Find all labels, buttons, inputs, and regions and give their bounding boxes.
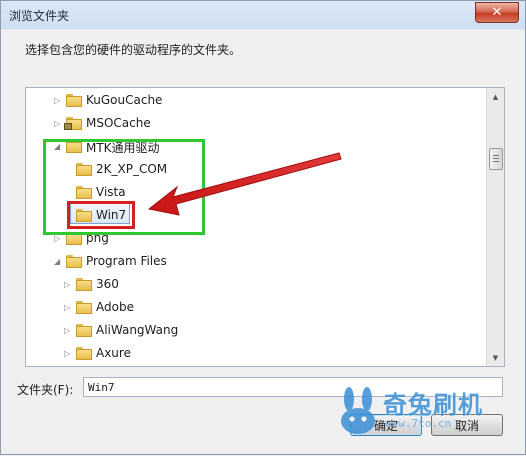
- tree-item-vista[interactable]: Vista: [26, 182, 486, 204]
- folder-icon: [66, 94, 82, 107]
- close-icon: ✕: [491, 5, 503, 20]
- tree-item-360[interactable]: ▷ 360: [26, 274, 486, 296]
- folder-icon: [76, 209, 92, 222]
- collapse-icon[interactable]: ◢: [54, 142, 62, 152]
- folder-icon: [76, 163, 92, 176]
- cancel-button[interactable]: 取消: [431, 414, 503, 436]
- scroll-up-button[interactable]: ▲: [487, 88, 504, 105]
- close-button[interactable]: ✕: [475, 2, 519, 23]
- tree-item-label: 2K_XP_COM: [96, 162, 168, 176]
- scroll-down-button[interactable]: ▼: [487, 349, 504, 366]
- tree-item-label: png: [86, 231, 109, 245]
- folder-path-label: 文件夹(F):: [17, 383, 74, 397]
- scroll-thumb[interactable]: [489, 148, 503, 170]
- instruction-text: 选择包含您的硬件的驱动程序的文件夹。: [25, 43, 242, 57]
- folder-icon: [76, 347, 92, 360]
- expand-icon[interactable]: ▷: [64, 326, 72, 336]
- expand-icon[interactable]: ▷: [64, 280, 72, 290]
- title-bar[interactable]: 浏览文件夹 ✕: [1, 1, 525, 29]
- tree-item-png[interactable]: ▷ png: [26, 228, 486, 250]
- tree-item-label: Program Files: [86, 254, 167, 268]
- tree-item-win7[interactable]: Win7: [26, 205, 486, 227]
- expand-icon[interactable]: ▷: [54, 119, 62, 129]
- browse-folder-dialog: 浏览文件夹 ✕ 选择包含您的硬件的驱动程序的文件夹。 ▷ KuGouCache …: [0, 0, 526, 455]
- folder-icon: [76, 324, 92, 337]
- tree-item-kugoucache[interactable]: ▷ KuGouCache: [26, 90, 486, 112]
- tree-item-mtk-driver[interactable]: ◢ MTK通用驱动: [26, 136, 486, 158]
- tree-item-label: Vista: [96, 185, 126, 199]
- expand-icon[interactable]: ▷: [54, 234, 62, 244]
- tree-item-label: MTK通用驱动: [86, 141, 160, 155]
- tree-item-aliwangwang[interactable]: ▷ AliWangWang: [26, 320, 486, 342]
- expand-icon[interactable]: ▷: [54, 96, 62, 106]
- dialog-title: 浏览文件夹: [9, 9, 70, 23]
- folder-icon: [66, 140, 82, 153]
- vertical-scrollbar[interactable]: ▲ ▼: [486, 88, 504, 366]
- tree-item-adobe[interactable]: ▷ Adobe: [26, 297, 486, 319]
- tree-item-msocache[interactable]: ▷ MSOCache: [26, 113, 486, 135]
- folder-icon: [76, 278, 92, 291]
- tree-item-label: MSOCache: [86, 116, 151, 130]
- folder-icon: [76, 186, 92, 199]
- folder-icon: [76, 301, 92, 314]
- tree-item-axure[interactable]: ▷ Axure: [26, 343, 486, 365]
- arrow-down-icon: ▼: [492, 353, 499, 362]
- folder-tree[interactable]: ▷ KuGouCache ▷ MSOCache ◢ MTK通用驱动 2K_XP_…: [25, 87, 505, 367]
- tree-item-label: AliWangWang: [96, 323, 179, 337]
- tree-item-label: Adobe: [96, 300, 134, 314]
- tree-item-label: 360: [96, 277, 119, 291]
- arrow-up-icon: ▲: [492, 92, 499, 101]
- lock-icon: [64, 123, 72, 130]
- tree-item-label: KuGouCache: [86, 93, 163, 107]
- folder-path-input[interactable]: Win7: [83, 377, 503, 397]
- expand-icon[interactable]: ▷: [64, 303, 72, 313]
- tree-item-label: Win7: [96, 208, 127, 222]
- tree-item-program-files[interactable]: ◢ Program Files: [26, 251, 486, 273]
- collapse-icon[interactable]: ◢: [54, 257, 62, 267]
- expand-icon[interactable]: ▷: [64, 349, 72, 359]
- folder-icon: [66, 232, 82, 245]
- ok-button[interactable]: 确定: [350, 414, 422, 436]
- tree-item-2k-xp-com[interactable]: 2K_XP_COM: [26, 159, 486, 181]
- folder-icon: [66, 255, 82, 268]
- tree-item-label: Axure: [96, 346, 131, 360]
